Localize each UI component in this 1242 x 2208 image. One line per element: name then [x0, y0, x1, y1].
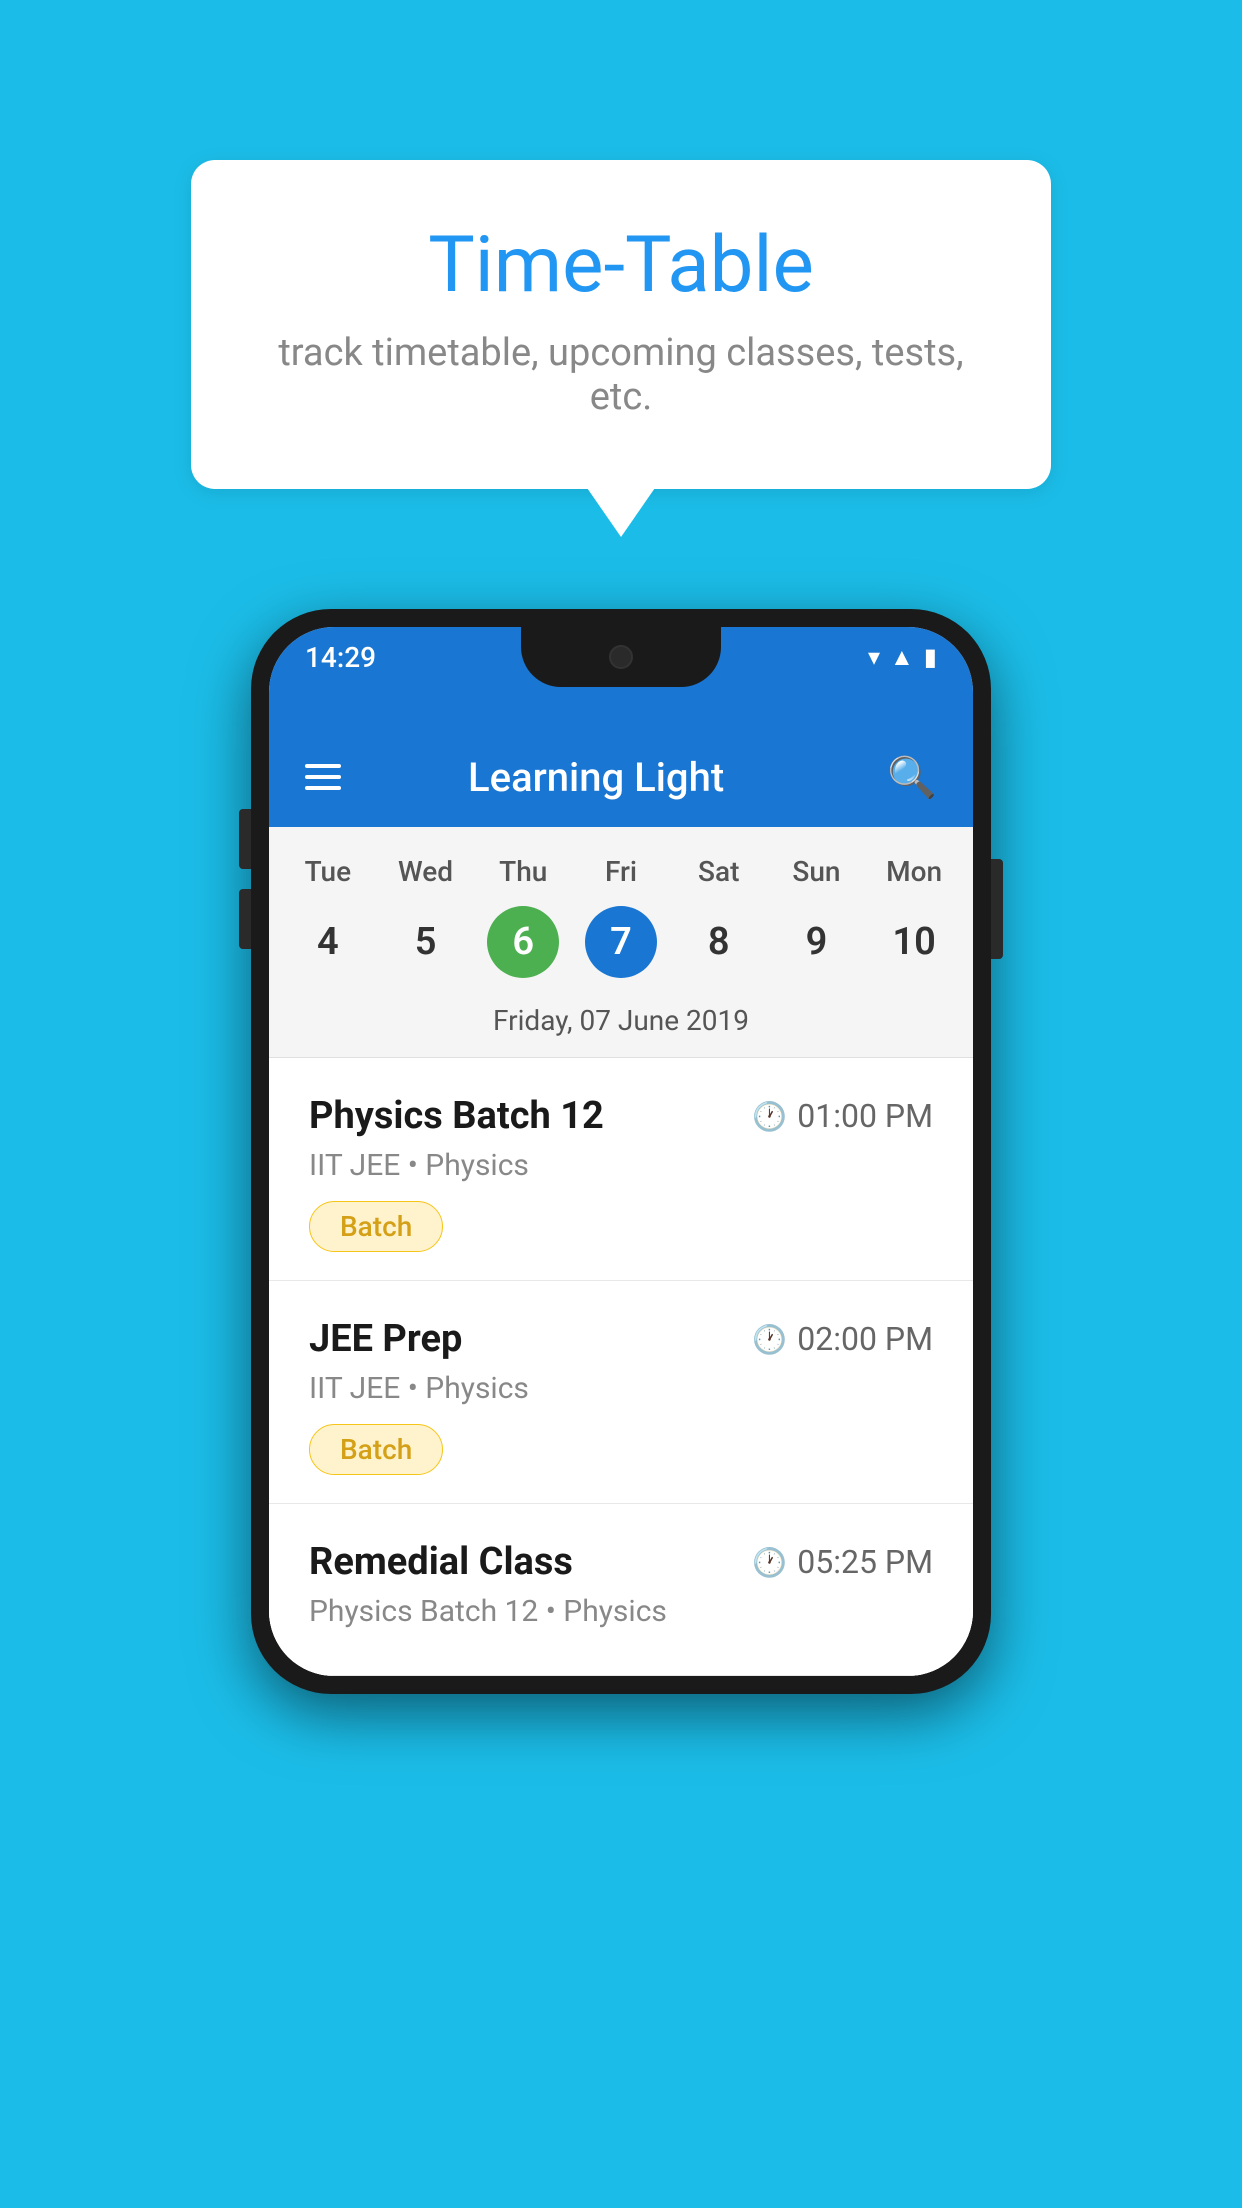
- class-header-3: Remedial Class 🕐 05:25 PM: [309, 1540, 933, 1584]
- class-item-1[interactable]: Physics Batch 12 🕐 01:00 PM IIT JEE • Ph…: [269, 1058, 973, 1281]
- date-9[interactable]: 9: [780, 906, 852, 978]
- app-title: Learning Light: [305, 754, 887, 801]
- phone-screen: 14:29 ▾ ▲ ▮ Learning Light 🔍: [269, 627, 973, 1676]
- signal-icon: ▲: [890, 643, 914, 672]
- batch-badge-1: Batch: [309, 1201, 443, 1252]
- day-mon: Mon: [865, 847, 963, 896]
- date-4[interactable]: 4: [292, 906, 364, 978]
- tooltip-subtitle: track timetable, upcoming classes, tests…: [271, 331, 971, 419]
- day-numbers-row: 4 5 6 7 8 9 10: [269, 896, 973, 994]
- class-time-value-1: 01:00 PM: [797, 1097, 933, 1135]
- battery-icon: ▮: [924, 643, 937, 671]
- selected-date-label: Friday, 07 June 2019: [269, 994, 973, 1057]
- day-thu: Thu: [474, 847, 572, 896]
- day-names-row: Tue Wed Thu Fri Sat Sun Mon: [269, 847, 973, 896]
- clock-icon-3: 🕐: [752, 1546, 787, 1579]
- tooltip-title: Time-Table: [271, 220, 971, 311]
- class-item-3[interactable]: Remedial Class 🕐 05:25 PM Physics Batch …: [269, 1504, 973, 1676]
- batch-badge-2: Batch: [309, 1424, 443, 1475]
- wifi-icon: ▾: [868, 643, 880, 671]
- clock-icon-2: 🕐: [752, 1323, 787, 1356]
- class-header-1: Physics Batch 12 🕐 01:00 PM: [309, 1094, 933, 1138]
- class-name-3: Remedial Class: [309, 1540, 573, 1584]
- phone-frame: 14:29 ▾ ▲ ▮ Learning Light 🔍: [251, 609, 991, 1694]
- date-8[interactable]: 8: [683, 906, 755, 978]
- class-list: Physics Batch 12 🕐 01:00 PM IIT JEE • Ph…: [269, 1058, 973, 1676]
- power-button: [991, 859, 1003, 959]
- class-time-3: 🕐 05:25 PM: [752, 1543, 933, 1581]
- search-icon[interactable]: 🔍: [887, 754, 937, 801]
- class-detail-2: IIT JEE • Physics: [309, 1371, 933, 1406]
- date-5[interactable]: 5: [390, 906, 462, 978]
- day-wed: Wed: [377, 847, 475, 896]
- date-10[interactable]: 10: [878, 906, 950, 978]
- status-time: 14:29: [305, 641, 376, 674]
- app-bar: Learning Light 🔍: [269, 727, 973, 827]
- phone-notch: [521, 627, 721, 687]
- status-icons: ▾ ▲ ▮: [868, 643, 937, 672]
- day-fri: Fri: [572, 847, 670, 896]
- calendar-strip: Tue Wed Thu Fri Sat Sun Mon 4 5 6 7 8 9 …: [269, 827, 973, 1058]
- date-6-today[interactable]: 6: [487, 906, 559, 978]
- day-tue: Tue: [279, 847, 377, 896]
- class-time-value-2: 02:00 PM: [797, 1320, 933, 1358]
- class-detail-3: Physics Batch 12 • Physics: [309, 1594, 933, 1629]
- phone-mockup: 14:29 ▾ ▲ ▮ Learning Light 🔍: [251, 609, 991, 1694]
- class-item-2[interactable]: JEE Prep 🕐 02:00 PM IIT JEE • Physics Ba…: [269, 1281, 973, 1504]
- day-sat: Sat: [670, 847, 768, 896]
- class-time-2: 🕐 02:00 PM: [752, 1320, 933, 1358]
- volume-down-button: [239, 889, 251, 949]
- class-name-1: Physics Batch 12: [309, 1094, 604, 1138]
- volume-up-button: [239, 809, 251, 869]
- day-sun: Sun: [768, 847, 866, 896]
- class-time-1: 🕐 01:00 PM: [752, 1097, 933, 1135]
- class-time-value-3: 05:25 PM: [797, 1543, 933, 1581]
- tooltip-card: Time-Table track timetable, upcoming cla…: [191, 160, 1051, 489]
- class-detail-1: IIT JEE • Physics: [309, 1148, 933, 1183]
- class-header-2: JEE Prep 🕐 02:00 PM: [309, 1317, 933, 1361]
- front-camera: [609, 645, 633, 669]
- date-7-selected[interactable]: 7: [585, 906, 657, 978]
- clock-icon-1: 🕐: [752, 1100, 787, 1133]
- class-name-2: JEE Prep: [309, 1317, 462, 1361]
